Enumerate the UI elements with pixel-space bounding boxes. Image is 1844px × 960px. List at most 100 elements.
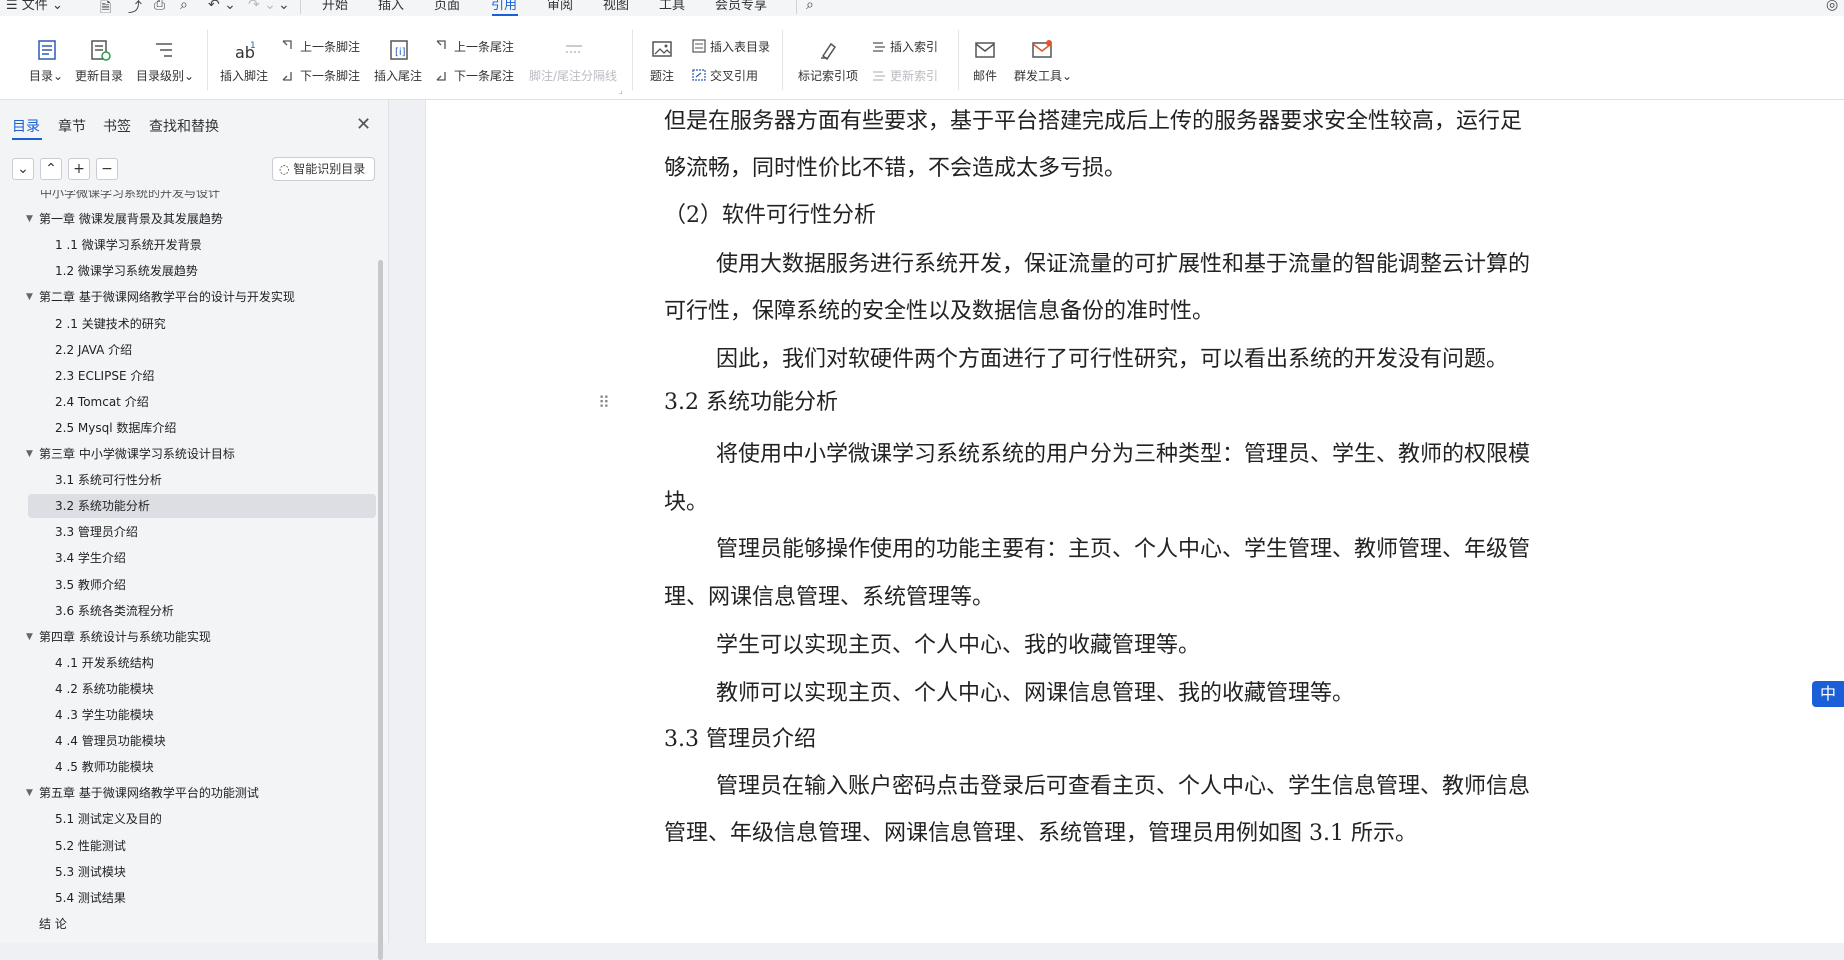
toc-item[interactable]: 3.2 系统功能分析 — [28, 494, 376, 519]
toc-item[interactable]: 4 .4 管理员功能模块 — [28, 729, 376, 753]
toc-item[interactable]: 2.4 Tomcat 介绍 — [28, 390, 376, 414]
toc-item[interactable]: 5.2 性能测试 — [28, 834, 376, 858]
toc-item[interactable]: 4 .2 系统功能模块 — [28, 677, 376, 701]
account-icon[interactable]: ◎ — [1826, 0, 1838, 13]
close-icon[interactable]: ✕ — [356, 114, 371, 135]
prev-footnote-button[interactable]: 上一条脚注 — [281, 38, 360, 55]
expand-arrow-icon[interactable]: ▼ — [26, 207, 33, 231]
share-icon[interactable]: ⤴ — [128, 0, 142, 17]
toc-item-label: 结 论 — [39, 916, 67, 931]
toc-item[interactable]: 3.1 系统可行性分析 — [28, 468, 376, 492]
redo-icon[interactable]: ↷ ⌄ — [248, 0, 276, 13]
update-toc-button[interactable]: 更新目录 — [75, 67, 123, 84]
document-page[interactable]: 但是在服务器方面有些要求，基于平台搭建完成后上传的服务器要求安全性较高，运行足够… — [425, 100, 1844, 943]
toc-chapter-item[interactable]: 结 论 — [28, 912, 376, 936]
toc-item[interactable]: 中小学微课学习系统的开发与设计 — [28, 190, 376, 205]
toc-chapter-item[interactable]: ▼ 第四章 系统设计与系统功能实现 — [26, 625, 376, 649]
toc-button[interactable]: 目录⌄ — [29, 67, 63, 84]
cross-reference-icon — [691, 68, 707, 82]
prev-endnote-icon — [435, 39, 451, 53]
toc-item-label: 3.4 学生介绍 — [55, 551, 126, 566]
next-endnote-button[interactable]: 下一条尾注 — [435, 67, 514, 84]
toc-item-label: 4 .3 学生功能模块 — [55, 708, 154, 722]
toc-chapter-item[interactable]: ▼ 第五章 基于微课网络教学平台的功能测试 — [26, 781, 376, 805]
caption-button[interactable]: 题注 — [650, 67, 674, 84]
toc-item[interactable]: 1 .1 微课学习系统开发背景 — [28, 233, 376, 257]
add-heading-button[interactable]: + — [68, 158, 90, 180]
drag-handle-icon[interactable]: ⠿ — [598, 393, 610, 412]
expand-arrow-icon[interactable]: ▼ — [26, 442, 33, 466]
toc-item[interactable]: 2.2 JAVA 介绍 — [28, 338, 376, 362]
toc-icon — [35, 38, 59, 62]
toc-item[interactable]: 5.1 测试定义及目的 — [28, 807, 376, 831]
prev-endnote-button[interactable]: 上一条尾注 — [435, 38, 514, 55]
toc-item[interactable]: 5.3 测试模块 — [28, 860, 376, 884]
tab-find-replace[interactable]: 查找和替换 — [149, 116, 219, 136]
move-up-button[interactable]: ⌃ — [40, 158, 62, 180]
toc-item[interactable]: 3.3 管理员介绍 — [28, 520, 376, 544]
toc-item[interactable]: 2.3 ECLIPSE 介绍 — [28, 364, 376, 388]
smart-recognize-toc-button[interactable]: ◌ 智能识别目录 — [272, 157, 375, 181]
sidebar-scrollbar[interactable] — [378, 260, 383, 960]
toc-item[interactable]: 2 .1 关键技术的研究 — [28, 312, 376, 336]
group-launcher-icon[interactable]: ⌟ — [619, 86, 623, 95]
mail-button[interactable]: 邮件 — [973, 67, 997, 84]
expand-arrow-icon[interactable]: ▼ — [26, 285, 33, 309]
toc-item[interactable]: 3.4 学生介绍 — [28, 546, 376, 570]
mark-index-icon — [817, 38, 841, 62]
expand-arrow-icon[interactable]: ▼ — [26, 625, 33, 649]
tab-insert[interactable]: 插入 — [378, 0, 404, 15]
insert-index-button[interactable]: 插入索引 — [871, 38, 938, 55]
toc-item-label: 第二章 基于微课网络教学平台的设计与开发实现 — [39, 290, 295, 305]
toc-item[interactable]: 4 .3 学生功能模块 — [28, 703, 376, 727]
toc-chapter-item[interactable]: ▼ 第一章 微课发展背景及其发展趋势 — [26, 207, 376, 231]
insert-index-label: 插入索引 — [890, 40, 939, 54]
toc-item-label: 3.6 系统各类流程分析 — [55, 603, 174, 618]
toc-item-label: 5.4 测试结果 — [55, 890, 126, 905]
paragraph-line: 可行性，保障系统的安全性以及数据信息备份的准时性。 — [664, 299, 1215, 324]
toc-item[interactable]: 3.6 系统各类流程分析 — [28, 599, 376, 623]
expand-arrow-icon[interactable]: ▼ — [26, 781, 33, 805]
tab-bookmarks[interactable]: 书签 — [103, 116, 131, 136]
file-menu[interactable]: ☰ 文件 ⌄ — [6, 0, 63, 15]
tab-chapters[interactable]: 章节 — [58, 116, 86, 136]
ime-indicator-icon[interactable]: 中 — [1812, 681, 1844, 707]
insert-footnote-button[interactable]: 插入脚注 — [220, 67, 268, 84]
undo-icon[interactable]: ↶ ⌄ — [208, 0, 236, 13]
mark-index-entry-button[interactable]: 标记索引项 — [798, 67, 858, 84]
toc-item[interactable]: 4 .1 开发系统结构 — [28, 651, 376, 675]
toc-item[interactable]: 3.5 教师介绍 — [28, 573, 376, 597]
update-index-button[interactable]: 更新索引 — [871, 67, 938, 84]
tab-toc[interactable]: 目录 — [12, 116, 40, 136]
remove-heading-button[interactable]: − — [96, 158, 118, 180]
cross-reference-label: 交叉引用 — [710, 69, 759, 83]
toc-item-label: 5.2 性能测试 — [55, 838, 126, 853]
print-icon[interactable]: ⎙ — [154, 0, 165, 13]
tab-references[interactable]: 引用 — [491, 0, 517, 15]
toc-chapter-item[interactable]: ▼ 第三章 中小学微课学习系统设计目标 — [26, 442, 376, 466]
tab-view[interactable]: 视图 — [603, 0, 629, 15]
collapse-all-button[interactable]: ⌄ — [12, 158, 34, 180]
cross-reference-button[interactable]: 交叉引用 — [691, 67, 758, 84]
ribbon-toolbar: 目录⌄ 更新目录 目录级别⌄ ab 1 插入脚注 上一条脚注 下一条脚注 [i] … — [0, 16, 1844, 100]
insert-table-of-figures-button[interactable]: 插入表目录 — [691, 38, 770, 55]
tab-page[interactable]: 页面 — [434, 0, 460, 15]
tab-start[interactable]: 开始 — [322, 0, 348, 15]
tab-member[interactable]: 会员专享 — [715, 0, 767, 15]
mass-mail-tools-button[interactable]: 群发工具⌄ — [1014, 67, 1072, 84]
toc-tree: 中小学微课学习系统的开发与设计 ▼ 第一章 微课发展背景及其发展趋势 1 .1 微课学… — [0, 190, 376, 943]
tab-review[interactable]: 审阅 — [547, 0, 573, 15]
next-footnote-button[interactable]: 下一条脚注 — [281, 67, 360, 84]
print-preview-icon[interactable]: ⌕ — [180, 0, 188, 13]
toc-item[interactable]: 4 .5 教师功能模块 — [28, 755, 376, 779]
search-icon[interactable]: ⌕ — [806, 0, 814, 13]
insert-endnote-button[interactable]: 插入尾注 — [374, 67, 422, 84]
toc-chapter-item[interactable]: ▼ 第二章 基于微课网络教学平台的设计与开发实现 — [26, 285, 376, 309]
separator-line-button[interactable]: 脚注/尾注分隔线 — [529, 67, 617, 84]
toc-item[interactable]: 5.4 测试结果 — [28, 886, 376, 910]
toc-item[interactable]: 1.2 微课学习系统发展趋势 — [28, 259, 376, 283]
toc-level-button[interactable]: 目录级别⌄ — [136, 67, 194, 84]
tab-tools[interactable]: 工具 — [659, 0, 685, 15]
customize-toolbar-icon[interactable]: ⌄ — [278, 0, 290, 13]
toc-item[interactable]: 2.5 Mysql 数据库介绍 — [28, 416, 376, 440]
